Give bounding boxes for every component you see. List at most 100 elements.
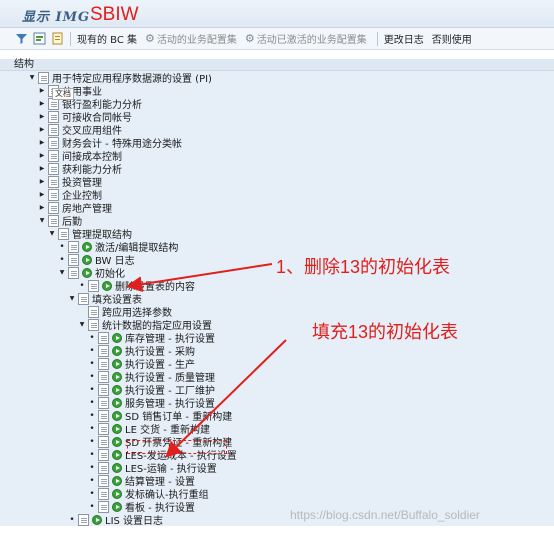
expand-arrow-icon[interactable]: ▶ <box>38 178 46 185</box>
document-icon[interactable] <box>58 227 69 240</box>
spacer <box>0 51 554 59</box>
execute-icon[interactable] <box>112 488 122 499</box>
execute-icon[interactable] <box>112 449 122 460</box>
document-icon[interactable] <box>48 136 59 149</box>
expand-arrow-icon[interactable]: ▶ <box>38 100 46 107</box>
document-icon[interactable] <box>88 318 99 331</box>
execute-icon[interactable] <box>112 358 122 369</box>
document-icon[interactable] <box>98 461 109 474</box>
tree-node[interactable]: • 删除设置表的内容 <box>0 279 554 293</box>
document-icon[interactable] <box>68 253 79 266</box>
document-icon[interactable] <box>98 474 109 487</box>
tree-node[interactable]: • SD 开票凭证 - 重新构建 <box>0 435 554 449</box>
document-icon[interactable] <box>50 32 64 46</box>
tree-node[interactable]: ▼ 统计数据的指定应用设置 <box>0 318 554 332</box>
document-icon[interactable] <box>98 500 109 513</box>
document-icon[interactable] <box>98 357 109 370</box>
document-icon[interactable] <box>88 305 99 318</box>
tree-node[interactable]: ▶ 房地产管理 <box>0 201 554 215</box>
filter-icon[interactable] <box>14 32 28 46</box>
expand-arrow-icon[interactable]: ▶ <box>38 191 46 198</box>
annotation-step2: 填充13的初始化表 <box>312 322 459 342</box>
tree-node[interactable]: • 发标确认-执行重组 <box>0 487 554 501</box>
expand-arrow-icon[interactable]: ▶ <box>38 152 46 159</box>
document-icon[interactable] <box>88 279 99 292</box>
tree-node[interactable]: • 执行设置 - 采购 <box>0 344 554 358</box>
collapse-arrow-icon[interactable]: ▼ <box>28 74 36 81</box>
document-icon[interactable] <box>48 149 59 162</box>
document-icon[interactable] <box>68 240 79 253</box>
execute-icon[interactable] <box>112 397 122 408</box>
document-icon[interactable] <box>98 448 109 461</box>
execute-icon[interactable] <box>112 410 122 421</box>
document-icon[interactable] <box>98 435 109 448</box>
collapse-arrow-icon[interactable]: ▼ <box>38 217 46 224</box>
document-icon[interactable] <box>98 383 109 396</box>
tree-node[interactable]: • 执行设置 - 质量管理 <box>0 370 554 384</box>
document-icon[interactable] <box>98 409 109 422</box>
expand-arrow-icon[interactable]: ▶ <box>38 139 46 146</box>
tree-node[interactable]: • SD 销售订单 - 重新构建 <box>0 409 554 423</box>
tree-node[interactable]: 跨应用选择参数 <box>0 305 554 319</box>
execute-icon[interactable] <box>112 475 122 486</box>
expand-arrow-icon[interactable]: ▶ <box>38 204 46 211</box>
execute-icon[interactable] <box>112 501 122 512</box>
active-bc-set-button[interactable]: ⚙ 活动的业务配置集 <box>145 31 237 46</box>
document-icon[interactable] <box>48 175 59 188</box>
document-icon[interactable] <box>98 422 109 435</box>
execute-icon[interactable] <box>112 384 122 395</box>
tree-node[interactable]: • 结算管理 - 设置 <box>0 474 554 488</box>
execute-icon[interactable] <box>82 241 92 252</box>
document-icon[interactable] <box>48 214 59 227</box>
execute-icon[interactable] <box>112 436 122 447</box>
collapse-arrow-icon[interactable]: ▼ <box>78 321 86 328</box>
collapse-arrow-icon[interactable]: ▼ <box>58 269 66 276</box>
title-bar: 显示 IMG SBIW <box>0 0 554 28</box>
document-icon[interactable] <box>48 201 59 214</box>
execute-icon[interactable] <box>112 462 122 473</box>
tree-node[interactable]: • 激活/编辑提取结构 <box>0 240 554 254</box>
document-icon[interactable] <box>78 292 89 305</box>
execute-icon[interactable] <box>112 371 122 382</box>
document-icon[interactable] <box>68 266 79 279</box>
execute-icon[interactable] <box>112 423 122 434</box>
tree-node[interactable]: • 服务管理 - 执行设置 <box>0 396 554 410</box>
document-icon[interactable] <box>48 123 59 136</box>
activated-bc-set-button[interactable]: ⚙ 活动已激活的业务配置集 <box>245 31 367 46</box>
document-icon[interactable] <box>48 162 59 175</box>
expand-arrow-icon[interactable]: ▶ <box>38 126 46 133</box>
execute-icon[interactable] <box>112 345 122 356</box>
execute-icon[interactable] <box>82 254 92 265</box>
release-note-button[interactable]: 否则使用 <box>432 31 472 46</box>
expand-icon[interactable] <box>32 32 46 46</box>
document-icon[interactable] <box>98 370 109 383</box>
execute-icon[interactable] <box>112 332 122 343</box>
document-icon[interactable] <box>98 344 109 357</box>
tree-node[interactable]: ▼ 填充设置表 <box>0 292 554 306</box>
change-log-button[interactable]: 更改日志 <box>384 31 424 46</box>
expand-arrow-icon[interactable]: ▶ <box>38 113 46 120</box>
document-icon[interactable] <box>48 188 59 201</box>
document-icon[interactable] <box>98 396 109 409</box>
execute-icon[interactable] <box>82 267 92 278</box>
execute-icon[interactable] <box>92 514 102 525</box>
bc-set-button[interactable]: 现有的 BC 集 <box>77 31 137 46</box>
document-icon[interactable] <box>98 331 109 344</box>
expand-arrow-icon[interactable]: ▶ <box>38 165 46 172</box>
collapse-arrow-icon[interactable]: ▼ <box>68 295 76 302</box>
tree-node[interactable]: • 执行设置 - 工厂维护 <box>0 383 554 397</box>
tree-node[interactable]: • LES-运输 - 执行设置 <box>0 461 554 475</box>
tree-node[interactable]: • 库存管理 - 执行设置 <box>0 331 554 345</box>
document-icon[interactable] <box>78 513 89 526</box>
tcode-annotation: SBIW <box>90 4 139 25</box>
tree-node[interactable]: • 执行设置 - 生产 <box>0 357 554 371</box>
tree-node[interactable]: ▼ 管理提取结构 <box>0 227 554 241</box>
document-icon[interactable] <box>48 110 59 123</box>
bullet-icon: • <box>89 358 95 369</box>
tree-node[interactable]: • LES-发运成本 - 执行设置 <box>0 448 554 462</box>
execute-icon[interactable] <box>102 280 112 291</box>
collapse-arrow-icon[interactable]: ▼ <box>48 230 56 237</box>
expand-arrow-icon[interactable]: ▶ <box>38 87 46 94</box>
tree-node[interactable]: • LE 交货 - 重新构建 <box>0 422 554 436</box>
document-icon[interactable] <box>98 487 109 500</box>
